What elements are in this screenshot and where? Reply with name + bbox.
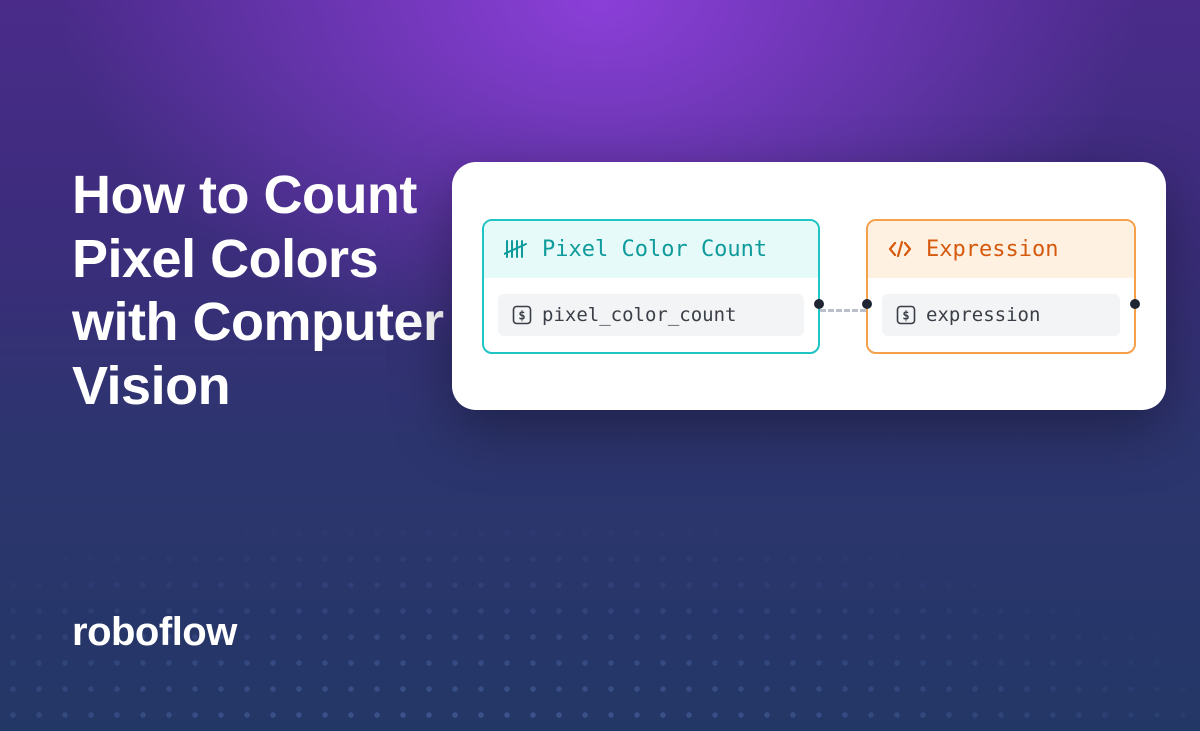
title-line-1: How to Count: [72, 165, 417, 225]
title-line-3: with Computer: [72, 292, 443, 352]
node-body: $ pixel_color_count: [484, 278, 818, 352]
node-output-label: pixel_color_count: [542, 304, 736, 326]
svg-text:$: $: [518, 308, 525, 322]
brand-logo: roboflow: [72, 610, 237, 655]
node-header-label: Expression: [926, 237, 1058, 262]
code-icon: [888, 239, 912, 259]
output-port[interactable]: [1130, 299, 1140, 309]
connector-line: [820, 309, 866, 312]
input-port[interactable]: [862, 299, 872, 309]
svg-text:$: $: [902, 308, 909, 322]
node-output[interactable]: $ expression: [882, 294, 1120, 336]
variable-icon: $: [896, 305, 916, 325]
tally-icon: [504, 239, 528, 259]
node-header: Pixel Color Count: [484, 221, 818, 278]
node-header-label: Pixel Color Count: [542, 237, 767, 262]
node-pixel-color-count[interactable]: Pixel Color Count $ pixel_color_count: [482, 219, 820, 354]
content-layer: How to Count Pixel Colors with Computer …: [0, 0, 1200, 731]
title-line-4: Vision: [72, 356, 230, 416]
node-expression[interactable]: Expression $ expression: [866, 219, 1136, 354]
title-line-2: Pixel Colors: [72, 229, 378, 289]
variable-icon: $: [512, 305, 532, 325]
workflow-panel: Pixel Color Count $ pixel_color_count: [452, 162, 1166, 410]
node-output[interactable]: $ pixel_color_count: [498, 294, 804, 336]
node-header: Expression: [868, 221, 1134, 278]
node-output-label: expression: [926, 304, 1040, 326]
page-title: How to Count Pixel Colors with Computer …: [72, 164, 443, 419]
node-body: $ expression: [868, 278, 1134, 352]
